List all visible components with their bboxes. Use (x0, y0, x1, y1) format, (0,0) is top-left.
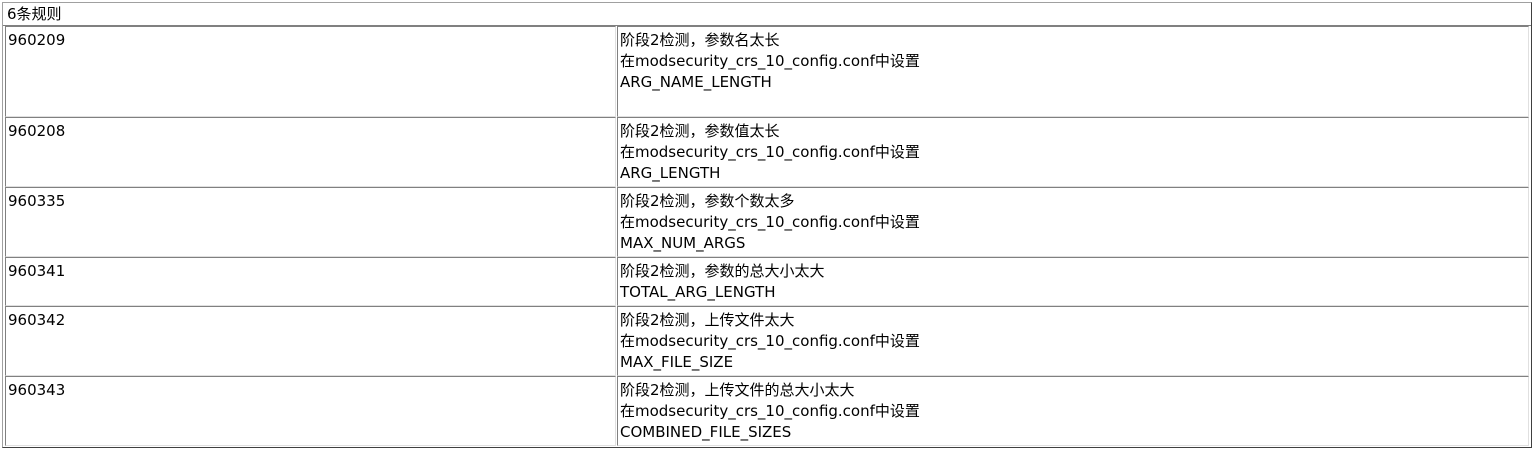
description-line: 在modsecurity_crs_10_config.conf中设置 (620, 52, 920, 70)
description-line: 在modsecurity_crs_10_config.conf中设置 (620, 402, 920, 420)
description-line: 阶段2检测，参数名太长 (620, 31, 780, 49)
table-body: 960209 阶段2检测，参数名太长 在modsecurity_crs_10_c… (3, 26, 1531, 446)
table-row: 960343 阶段2检测，上传文件的总大小太大 在modsecurity_crs… (5, 376, 1529, 446)
table-row: 960209 阶段2检测，参数名太长 在modsecurity_crs_10_c… (5, 26, 1529, 117)
description-line: ARG_LENGTH (620, 164, 721, 182)
description-line: 阶段2检测，参数个数太多 (620, 192, 795, 210)
description-line: MAX_FILE_SIZE (620, 353, 734, 371)
rule-description-cell: 阶段2检测，参数值太长 在modsecurity_crs_10_config.c… (617, 117, 1529, 187)
rule-description-cell: 阶段2检测，参数的总大小太大 TOTAL_ARG_LENGTH (617, 257, 1529, 306)
description-line: 阶段2检测，上传文件太大 (620, 311, 795, 329)
table-row: 960208 阶段2检测，参数值太长 在modsecurity_crs_10_c… (5, 117, 1529, 187)
description-line: 阶段2检测，参数值太长 (620, 122, 780, 140)
rule-id-cell: 960208 (5, 117, 616, 187)
description-line: MAX_NUM_ARGS (620, 234, 746, 252)
description-line: 在modsecurity_crs_10_config.conf中设置 (620, 332, 920, 350)
table-row: 960341 阶段2检测，参数的总大小太大 TOTAL_ARG_LENGTH (5, 257, 1529, 306)
table-row: 960335 阶段2检测，参数个数太多 在modsecurity_crs_10_… (5, 187, 1529, 257)
rule-description-cell: 阶段2检测，参数个数太多 在modsecurity_crs_10_config.… (617, 187, 1529, 257)
description-line: 阶段2检测，参数的总大小太大 (620, 262, 825, 280)
rule-description-cell: 阶段2检测，参数名太长 在modsecurity_crs_10_config.c… (617, 26, 1529, 117)
table-title: 6条规则 (3, 3, 1531, 26)
rule-description-cell: 阶段2检测，上传文件太大 在modsecurity_crs_10_config.… (617, 306, 1529, 376)
rules-table: 6条规则 960209 阶段2检测，参数名太长 在modsecurity_crs… (2, 2, 1532, 448)
rule-id-cell: 960343 (5, 376, 616, 446)
description-line: 在modsecurity_crs_10_config.conf中设置 (620, 213, 920, 231)
description-line: ARG_NAME_LENGTH (620, 73, 772, 91)
description-line: COMBINED_FILE_SIZES (620, 423, 792, 441)
description-line: TOTAL_ARG_LENGTH (620, 283, 776, 301)
table-row: 960342 阶段2检测，上传文件太大 在modsecurity_crs_10_… (5, 306, 1529, 376)
rule-id-cell: 960341 (5, 257, 616, 306)
description-line: 阶段2检测，上传文件的总大小太大 (620, 381, 855, 399)
rule-id-cell: 960335 (5, 187, 616, 257)
rule-description-cell: 阶段2检测，上传文件的总大小太大 在modsecurity_crs_10_con… (617, 376, 1529, 446)
description-line: 在modsecurity_crs_10_config.conf中设置 (620, 143, 920, 161)
rule-id-cell: 960342 (5, 306, 616, 376)
rule-id-cell: 960209 (5, 26, 616, 117)
